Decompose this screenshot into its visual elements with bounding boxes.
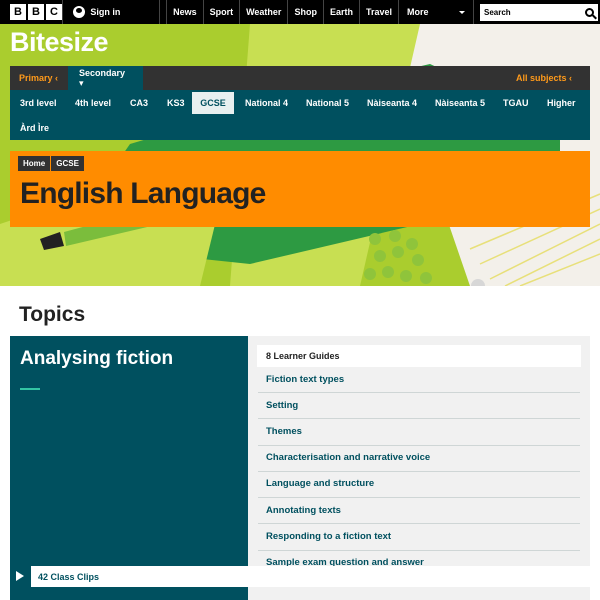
qual-gcse[interactable]: GCSE: [192, 92, 234, 114]
qual-national-4[interactable]: National 4: [236, 92, 297, 114]
sign-in-label: Sign in: [90, 7, 121, 17]
breadcrumb-home[interactable]: Home: [18, 156, 51, 171]
bitesize-logo[interactable]: Bitesize: [10, 27, 109, 58]
nav-earth[interactable]: Earth: [322, 0, 359, 24]
guides-header: 8 Learner Guides: [257, 345, 581, 367]
guide-link[interactable]: Fiction text types: [266, 374, 580, 385]
sign-in-link[interactable]: Sign in: [62, 0, 161, 24]
bbc-logo-letter-b2: B: [28, 4, 44, 20]
bbc-logo[interactable]: B B C: [0, 0, 62, 24]
topic-divider: [20, 388, 40, 390]
topic-card-analysing-fiction[interactable]: Analysing fiction: [10, 336, 248, 600]
class-clips-bar[interactable]: 42 Class Clips: [10, 566, 590, 587]
secondary-level-button[interactable]: Secondary ▾: [68, 66, 143, 90]
play-icon: [16, 571, 24, 581]
qual-higher[interactable]: Higher: [538, 92, 585, 114]
breadcrumb: Home GCSE: [18, 156, 85, 171]
learner-guides-panel: 8 Learner Guides Fiction text types Sett…: [248, 336, 590, 600]
qual-ks3[interactable]: KS3: [158, 92, 194, 114]
more-menu-button[interactable]: More: [398, 0, 474, 24]
guide-link[interactable]: Themes: [266, 426, 580, 437]
guide-link[interactable]: Setting: [266, 400, 580, 411]
guide-link[interactable]: Annotating texts: [266, 505, 580, 516]
qual-3rd-level[interactable]: 3rd level: [10, 92, 67, 114]
nav-sport[interactable]: Sport: [202, 0, 240, 24]
guide-link[interactable]: Characterisation and narrative voice: [266, 452, 580, 463]
bbc-nav: News Sport Weather Shop Earth Travel Mor…: [166, 0, 474, 24]
search-icon[interactable]: [585, 7, 594, 17]
guide-divider: [258, 471, 580, 472]
guide-divider: [258, 523, 580, 524]
nav-travel[interactable]: Travel: [358, 0, 398, 24]
guide-divider: [258, 497, 580, 498]
breadcrumb-gcse[interactable]: GCSE: [51, 156, 84, 171]
search-placeholder: Search: [484, 7, 511, 17]
qual-ard-ire[interactable]: Àrd Ìre: [10, 117, 59, 139]
guide-link[interactable]: Responding to a fiction text: [266, 531, 580, 542]
more-label: More: [407, 7, 429, 17]
page-title: English Language: [20, 177, 266, 210]
guide-link[interactable]: Language and structure: [266, 478, 580, 489]
qual-naiseanta-5[interactable]: Nàiseanta 5: [426, 92, 494, 114]
class-clips-label: 42 Class Clips: [31, 566, 590, 587]
nav-news[interactable]: News: [166, 0, 203, 24]
topic-title: Analysing fiction: [20, 348, 174, 369]
qual-4th-level[interactable]: 4th level: [65, 92, 121, 114]
user-icon: [73, 6, 86, 18]
guide-divider: [258, 392, 580, 393]
all-subjects-button[interactable]: All subjects ‹: [516, 66, 590, 90]
guide-divider: [258, 550, 580, 551]
primary-level-button[interactable]: Primary ‹: [10, 66, 68, 90]
bbc-logo-letter-b1: B: [10, 4, 26, 20]
nav-shop[interactable]: Shop: [287, 0, 323, 24]
qualification-nav: 3rd level 4th level CA3 KS3 GCSE Nationa…: [10, 90, 590, 140]
qual-national-5[interactable]: National 5: [297, 92, 358, 114]
chevron-down-icon: [459, 10, 465, 14]
topics-heading: Topics: [19, 303, 86, 326]
search-input[interactable]: Search: [480, 3, 598, 21]
search-container: Search: [474, 0, 600, 24]
guide-divider: [258, 418, 580, 419]
page-header: Home GCSE English Language: [10, 151, 590, 227]
nav-weather[interactable]: Weather: [239, 0, 287, 24]
bbc-global-bar: B B C Sign in News Sport Weather Shop Ea…: [0, 0, 600, 24]
level-selector: Primary ‹ Secondary ▾ All subjects ‹: [10, 66, 590, 90]
bbc-logo-letter-c: C: [46, 4, 62, 20]
qual-ca3[interactable]: CA3: [120, 92, 158, 114]
qual-naiseanta-4[interactable]: Nàiseanta 4: [358, 92, 426, 114]
guide-divider: [258, 445, 580, 446]
qual-tgau[interactable]: TGAU: [494, 92, 538, 114]
